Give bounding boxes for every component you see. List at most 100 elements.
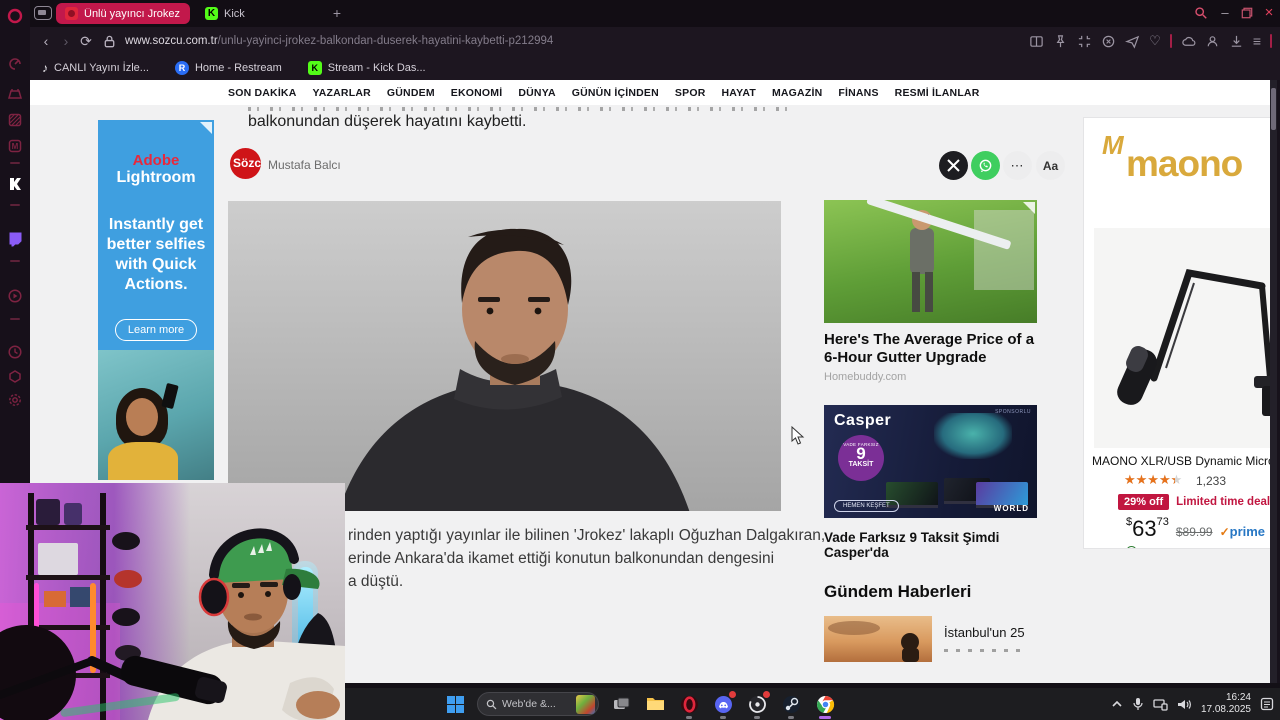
maono-product-title[interactable]: MAONO XLR/USB Dynamic Microphone	[1092, 454, 1277, 468]
twitch-sidebar-icon[interactable]	[7, 231, 23, 247]
favorites-heart-icon[interactable]: ♡	[1149, 33, 1161, 49]
bookmark-tiktok-live[interactable]: ♪ CANLI Yayını İzle...	[42, 61, 149, 75]
url-text[interactable]: www.sozcu.com.tr/unlu-yayinci-jrokez-bal…	[125, 35, 553, 47]
pin-icon[interactable]	[1053, 34, 1068, 49]
tab-kick[interactable]: K Kick	[196, 3, 316, 24]
split-view-icon[interactable]	[1029, 34, 1044, 49]
steam-icon[interactable]	[779, 692, 803, 716]
sync-cloud-icon[interactable]	[1181, 34, 1196, 49]
bookmark-kick-dashboard[interactable]: K Stream - Kick Das...	[308, 61, 426, 75]
article-author[interactable]: Mustafa Balcı	[268, 158, 341, 172]
nav-ekonomi[interactable]: EKONOMİ	[451, 87, 503, 99]
section-gundem-haberleri: Gündem Haberleri	[824, 582, 1037, 602]
taskbar-search[interactable]: Web'de &...	[477, 692, 599, 716]
send-icon[interactable]	[1125, 34, 1140, 49]
ad-casper-banner[interactable]: Casper SPONSORLU VADE FARKSIZ 9 TAKSİT H…	[824, 405, 1037, 518]
microphone-icon[interactable]	[1132, 697, 1144, 711]
nav-hayat[interactable]: HAYAT	[721, 87, 755, 99]
profile-icon[interactable]	[1205, 34, 1220, 49]
cast-screen-icon[interactable]	[1153, 698, 1168, 711]
news-list-item[interactable]: İstanbul'un 25	[824, 616, 1037, 662]
opera-gx-logo[interactable]	[7, 8, 23, 24]
casper-cta-button[interactable]: HEMEN KEŞFET	[834, 500, 899, 512]
clipped-text-line	[248, 107, 793, 111]
search-icon[interactable]	[1192, 4, 1210, 22]
opera-gx-taskbar-icon[interactable]	[677, 692, 701, 716]
extensions-icon[interactable]	[7, 368, 23, 384]
messenger-icon[interactable]: M	[7, 138, 23, 154]
player-icon[interactable]	[7, 288, 23, 304]
notification-center-icon[interactable]	[1260, 697, 1274, 711]
ad-gutter-image[interactable]	[824, 200, 1037, 323]
nav-gunun-icinden[interactable]: GÜNÜN İÇİNDEN	[572, 87, 659, 99]
share-whatsapp-button[interactable]	[971, 151, 1000, 180]
scrollbar-thumb[interactable]	[1271, 88, 1276, 130]
history-icon[interactable]	[7, 344, 23, 360]
bookmark-label: Stream - Kick Das...	[328, 62, 426, 74]
kick-sidebar-icon[interactable]	[7, 176, 23, 192]
windows-start-button[interactable]	[443, 692, 467, 716]
bookmark-label: Home - Restream	[195, 62, 282, 74]
clipped-text-line	[944, 649, 1024, 652]
workspace-icon[interactable]	[34, 6, 52, 20]
volume-icon[interactable]	[1177, 698, 1192, 711]
casper-caption[interactable]: Vade Farksız 9 Taksit Şimdi Casper'da	[824, 530, 1037, 560]
nav-resmi-ilanlar[interactable]: RESMİ İLANLAR	[895, 87, 980, 99]
body-line-1: rinden yaptığı yayınlar ile bilinen 'Jro…	[348, 527, 825, 545]
webcam-scene	[0, 483, 345, 720]
nav-magazin[interactable]: MAGAZİN	[772, 87, 822, 99]
forward-button[interactable]: ›	[56, 33, 76, 49]
nav-dunya[interactable]: DÜNYA	[518, 87, 555, 99]
ad-lightroom[interactable]: Adobe Lightroom Instantly get better sel…	[98, 120, 214, 480]
settings-gear-icon[interactable]	[7, 392, 23, 408]
x-logo-icon	[947, 159, 960, 172]
snapshot-icon[interactable]	[1077, 34, 1092, 49]
bookmark-restream[interactable]: R Home - Restream	[175, 61, 282, 75]
search-doodle-icon[interactable]	[576, 695, 595, 714]
ad-maono-amazon[interactable]: M maono MAONO XLR/USB Dynamic Microphone…	[1083, 117, 1277, 549]
divider	[1170, 34, 1172, 48]
new-tab-button[interactable]: +	[328, 4, 346, 22]
lightroom-brand: Lightroom	[98, 169, 214, 187]
chrome-icon[interactable]	[813, 692, 837, 716]
gx-games-icon[interactable]	[7, 86, 23, 102]
page-scrollbar[interactable]	[1270, 80, 1277, 683]
close-button[interactable]: ×	[1260, 4, 1278, 22]
adchoices-icon[interactable]	[200, 122, 212, 134]
nav-yazarlar[interactable]: YAZARLAR	[313, 87, 371, 99]
gutter-ad-headline[interactable]: Here's The Average Price of a 6-Hour Gut…	[824, 331, 1037, 367]
menu-icon[interactable]: ≡	[1253, 33, 1261, 49]
gx-corner-icon[interactable]	[7, 56, 23, 72]
rating-stars[interactable]: ★★★★★ ★★★★★	[1124, 472, 1182, 488]
lightroom-brand-adobe: Adobe	[98, 152, 214, 169]
photo-shirt	[108, 442, 178, 480]
taskbar-clock[interactable]: 16:24 17.08.2025	[1201, 692, 1251, 717]
gutter-worker-art	[824, 200, 1037, 323]
nav-gundem[interactable]: GÜNDEM	[387, 87, 435, 99]
task-view-button[interactable]	[609, 692, 633, 716]
back-button[interactable]: ‹	[36, 33, 56, 49]
share-more-button[interactable]: ⋯	[1003, 151, 1032, 180]
tab-active-article[interactable]: Ünlü yayıncı Jrokez haya	[56, 3, 190, 24]
nav-son-dakika[interactable]: SON DAKİKA	[228, 87, 297, 99]
minimize-button[interactable]: –	[1216, 4, 1234, 22]
reload-button[interactable]: ⟳	[76, 33, 96, 50]
lightroom-cta-button[interactable]: Learn more	[115, 319, 197, 341]
download-icon[interactable]	[1229, 34, 1244, 49]
discord-icon[interactable]	[711, 692, 735, 716]
share-x-button[interactable]	[939, 151, 968, 180]
app-circle-icon[interactable]	[745, 692, 769, 716]
restore-button[interactable]	[1238, 4, 1256, 22]
rating-count[interactable]: 1,233	[1196, 474, 1226, 488]
article-subtitle: balkonundan düşerek hayatını kaybetti.	[248, 113, 526, 131]
adblock-icon[interactable]	[1101, 34, 1116, 49]
file-explorer-icon[interactable]	[643, 692, 667, 716]
nav-finans[interactable]: FİNANS	[838, 87, 878, 99]
gutter-headline-line1: Here's The Average Price of a	[824, 331, 1037, 349]
badge-number: 9	[838, 447, 884, 461]
hot-tabs-icon[interactable]	[7, 112, 23, 128]
font-size-button[interactable]: Aa	[1036, 151, 1065, 180]
nav-spor[interactable]: SPOR	[675, 87, 706, 99]
tray-chevron-icon[interactable]	[1111, 698, 1123, 710]
lock-icon[interactable]	[102, 34, 117, 49]
